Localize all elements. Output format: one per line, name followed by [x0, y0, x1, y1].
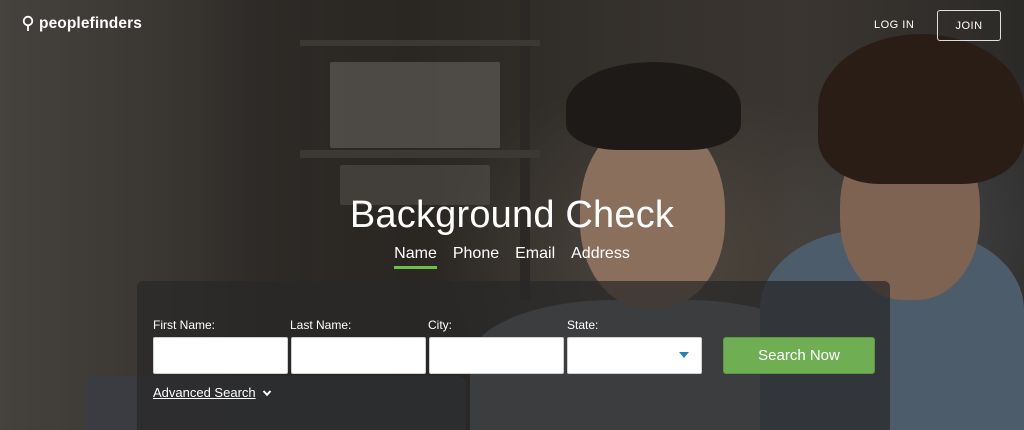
state-select[interactable] [567, 337, 702, 374]
shelf-board [300, 150, 540, 158]
state-label: State: [567, 318, 599, 332]
shelf-box [330, 62, 500, 148]
tab-phone[interactable]: Phone [453, 245, 499, 267]
advanced-search-label: Advanced Search [153, 385, 256, 400]
tab-address[interactable]: Address [571, 245, 630, 267]
page-title: Background Check [349, 194, 675, 236]
brand-name: peoplefinders [39, 15, 142, 32]
login-link[interactable]: LOG IN [874, 19, 914, 31]
last-name-label: Last Name: [290, 318, 352, 332]
brand-logo[interactable]: peoplefinders [22, 15, 142, 33]
city-label: City: [428, 318, 452, 332]
man-hair [566, 62, 741, 150]
top-navigation: peoplefinders LOG IN JOIN [0, 0, 1024, 52]
woman-hair [818, 34, 1024, 184]
first-name-label: First Name: [153, 318, 216, 332]
tab-name[interactable]: Name [394, 245, 437, 269]
search-now-button[interactable]: Search Now [723, 337, 875, 374]
first-name-input[interactable] [153, 337, 288, 374]
advanced-search-link[interactable]: Advanced Search [153, 385, 272, 400]
location-pin-icon [22, 15, 34, 31]
join-button[interactable]: JOIN [937, 10, 1001, 41]
last-name-input[interactable] [291, 337, 426, 374]
city-input[interactable] [429, 337, 564, 374]
tab-email[interactable]: Email [515, 245, 555, 267]
chevron-down-icon [262, 389, 271, 396]
search-type-tabs: Name Phone Email Address [0, 245, 1024, 269]
